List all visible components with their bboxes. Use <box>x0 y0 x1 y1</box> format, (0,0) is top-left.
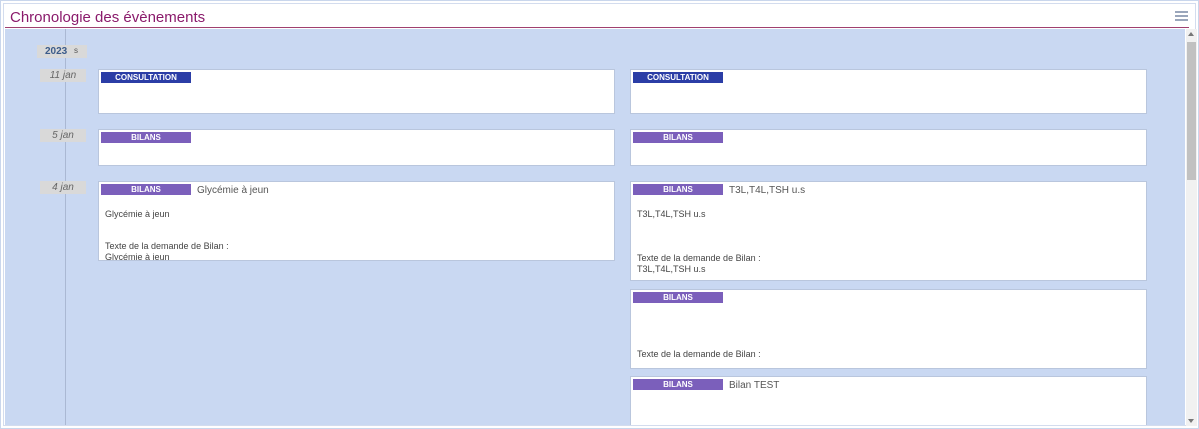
event-card-bilans[interactable]: BILANS <box>98 129 615 166</box>
event-description: T3L,T4L,TSH u.s <box>637 209 706 219</box>
event-request-label: Texte de la demande de Bilan : <box>105 241 229 251</box>
year-badge[interactable]: 2023 s <box>37 45 87 58</box>
event-type-tag: BILANS <box>633 292 723 303</box>
scroll-up-arrow-icon[interactable] <box>1188 32 1194 36</box>
panel-header: Chronologie des évènements <box>5 5 1191 29</box>
hamburger-menu-icon[interactable] <box>1175 11 1188 21</box>
event-card-consultation[interactable]: CONSULTATION <box>98 69 615 114</box>
event-description: Glycémie à jeun <box>105 209 170 219</box>
event-type-tag: BILANS <box>101 132 191 143</box>
event-request-label: Texte de la demande de Bilan : <box>637 253 761 263</box>
event-title: T3L,T4L,TSH u.s <box>729 185 806 196</box>
event-card-bilans[interactable]: BILANS <box>630 129 1147 166</box>
event-card-bilans[interactable]: BILANS T3L,T4L,TSH u.s T3L,T4L,TSH u.s T… <box>630 181 1147 281</box>
event-card-bilans[interactable]: BILANS Bilan TEST <box>630 376 1147 425</box>
timeline-axis-line <box>65 29 66 425</box>
event-type-tag: CONSULTATION <box>633 72 723 83</box>
event-type-tag: BILANS <box>633 379 723 390</box>
event-card-bilans[interactable]: BILANS Texte de la demande de Bilan : <box>630 289 1147 369</box>
event-request-text: Glycémie à jeun <box>105 252 170 261</box>
timeline-content: 2023 s 11 jan 5 jan 4 jan CONSULTATION C… <box>5 29 1185 425</box>
vertical-scrollbar[interactable] <box>1186 29 1197 426</box>
event-card-consultation[interactable]: CONSULTATION <box>630 69 1147 114</box>
year-suffix: s <box>74 46 78 55</box>
year-label: 2023 <box>45 46 68 57</box>
scrollbar-thumb[interactable] <box>1187 42 1196 180</box>
event-request-text: T3L,T4L,TSH u.s <box>637 264 706 274</box>
page-title: Chronologie des évènements <box>10 9 206 26</box>
scroll-down-arrow-icon[interactable] <box>1188 419 1194 423</box>
event-type-tag: BILANS <box>633 132 723 143</box>
timeline-window: Chronologie des évènements 2023 s 11 jan… <box>0 0 1199 429</box>
event-type-tag: BILANS <box>101 184 191 195</box>
event-type-tag: BILANS <box>633 184 723 195</box>
event-type-tag: CONSULTATION <box>101 72 191 83</box>
event-title: Bilan TEST <box>729 380 780 391</box>
date-badge: 4 jan <box>40 181 86 194</box>
title-divider <box>5 27 1189 28</box>
date-badge: 5 jan <box>40 129 86 142</box>
event-title: Glycémie à jeun <box>197 185 269 196</box>
event-card-bilans[interactable]: BILANS Glycémie à jeun Glycémie à jeun T… <box>98 181 615 261</box>
date-badge: 11 jan <box>40 69 86 82</box>
event-request-label: Texte de la demande de Bilan : <box>637 349 761 359</box>
